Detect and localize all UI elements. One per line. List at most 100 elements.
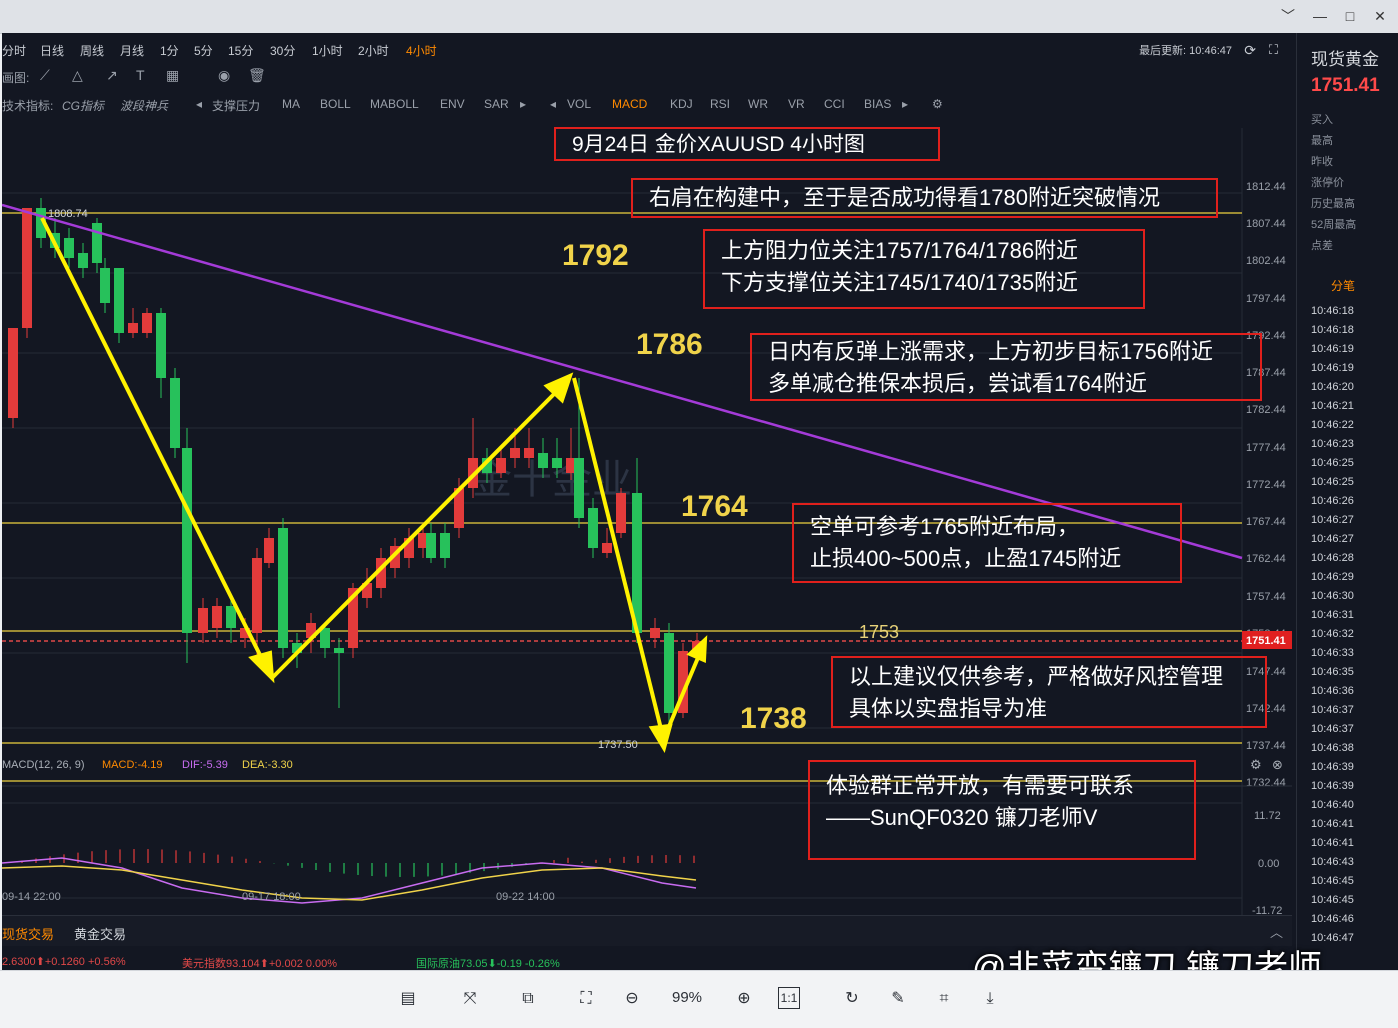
arrow-tool-icon[interactable]: ↗ [106, 67, 118, 84]
minimize-button[interactable]: — [1304, 0, 1336, 33]
level-label-1792: 1792 [562, 239, 629, 272]
fullscreen-icon[interactable]: ⛶ [574, 987, 598, 1011]
timeframe-bar: 分时 日线 周线 月线 1分 5分 15分 30分 1小时 2小时 4小时 最后… [2, 37, 1292, 63]
ind-kdj[interactable]: KDJ [670, 97, 693, 111]
edit-icon[interactable]: ✎ [886, 987, 910, 1011]
fit-screen-icon[interactable]: ⤧ [458, 987, 482, 1011]
candle-body [252, 558, 262, 633]
ind-boll[interactable]: BOLL [320, 97, 351, 111]
ind-vr[interactable]: VR [788, 97, 805, 111]
ind-cg[interactable]: CG指标 [62, 97, 104, 114]
tab-gold-trading[interactable]: 黄金交易 [74, 924, 126, 943]
annotation-disclaimer: 以上建议仅供参考，严格做好风控管理 具体以实盘指导为准 [831, 656, 1267, 728]
chevron-left-icon[interactable]: ◂ [550, 97, 556, 111]
tf-5m[interactable]: 5分 [194, 42, 213, 59]
eye-icon[interactable]: ◉ [218, 67, 230, 84]
ind-wr[interactable]: WR [748, 97, 768, 111]
ind-vol[interactable]: VOL [567, 97, 591, 111]
candle-body [552, 458, 562, 468]
tf-4h[interactable]: 4小时 [406, 42, 437, 59]
annotation-intraday-1: 日内有反弹上涨需求，上方初步目标1756附近 [768, 339, 1213, 364]
ind-rsi[interactable]: RSI [710, 97, 730, 111]
maximize-button[interactable]: □ [1334, 0, 1366, 33]
candle-body [496, 458, 506, 473]
last-update: 最后更新: 10:46:47 [1139, 45, 1232, 57]
line-tool-icon[interactable]: ⟋ [40, 67, 50, 84]
chevron-right-icon[interactable]: ▸ [520, 97, 526, 111]
chevron-left-icon[interactable]: ◂ [196, 97, 202, 111]
tf-1m[interactable]: 1分 [160, 42, 179, 59]
grid-tool-icon[interactable]: ▦ [166, 67, 179, 84]
macd-name: MACD(12, 26, 9) [2, 759, 85, 771]
ind-bdsb[interactable]: 波段神兵 [120, 97, 168, 114]
fullscreen-icon[interactable]: ⛶ [1269, 42, 1278, 58]
ind-ma[interactable]: MA [282, 97, 300, 111]
tick-time: 10:46:19 [1311, 343, 1354, 355]
tf-30m[interactable]: 30分 [270, 42, 295, 59]
annotation-contact-2: ——SunQF0320 镰刀老师V [826, 805, 1098, 830]
settings-gear-icon[interactable]: ⚙ [932, 97, 943, 111]
tick-time: 10:46:26 [1311, 495, 1354, 507]
svg-text:1812.44: 1812.44 [1246, 181, 1286, 193]
tf-daily[interactable]: 日线 [40, 42, 64, 59]
draw-label: 画图: [2, 71, 30, 85]
dea-value: DEA:-3.30 [242, 759, 293, 771]
zoom-out-icon[interactable]: ⊖ [620, 987, 644, 1011]
ind-macd[interactable]: MACD [612, 97, 647, 111]
zoom-in-icon[interactable]: ⊕ [732, 987, 756, 1011]
tick-time: 10:46:41 [1311, 837, 1354, 849]
candle-body [64, 238, 74, 258]
tick-time: 10:46:40 [1311, 799, 1354, 811]
tf-1h[interactable]: 1小时 [312, 42, 343, 59]
macd-settings-icon[interactable]: ⚙ [1250, 757, 1262, 773]
crop-icon[interactable]: ⌗ [932, 987, 956, 1011]
level-label-1764: 1764 [681, 490, 748, 523]
tf-fenshi[interactable]: 分时 [2, 42, 26, 59]
ind-cci[interactable]: CCI [824, 97, 845, 111]
tick-time: 10:46:38 [1311, 742, 1354, 754]
collapse-icon[interactable]: ﹀ [1272, 0, 1304, 33]
instrument-name: 现货黄金 [1311, 50, 1379, 69]
text-tool-icon[interactable]: T [136, 67, 145, 83]
macd-close-icon[interactable]: ⊗ [1272, 757, 1283, 773]
thumbnails-icon[interactable]: ▤ [396, 987, 420, 1011]
rotate-icon[interactable]: ↻ [840, 987, 864, 1011]
close-button[interactable]: ✕ [1364, 0, 1396, 33]
low-label: 1737.50 [598, 739, 638, 751]
ind-env[interactable]: ENV [440, 97, 465, 111]
chevron-right-icon[interactable]: ▸ [902, 97, 908, 111]
ind-zcyl[interactable]: 支撑压力 [212, 97, 260, 114]
annotation-contact-1: 体验群正常开放，有需要可联系 [826, 773, 1135, 798]
tf-2h[interactable]: 2小时 [358, 42, 389, 59]
ticks-header[interactable]: 分笔 [1331, 277, 1355, 294]
indicator-label: 技术指标: [2, 99, 54, 113]
tick-time: 10:46:21 [1311, 400, 1354, 412]
triangle-tool-icon[interactable]: △ [72, 67, 83, 84]
actual-size-icon[interactable]: 1:1 [778, 987, 800, 1009]
trash-icon[interactable]: 🗑 [248, 67, 266, 84]
candle-body [114, 268, 124, 333]
ocr-icon[interactable]: ⧉ [516, 987, 540, 1011]
tf-15m[interactable]: 15分 [228, 42, 253, 59]
trading-app: 分时 日线 周线 月线 1分 5分 15分 30分 1小时 2小时 4小时 最后… [2, 33, 1398, 970]
tick-time: 10:46:45 [1311, 894, 1354, 906]
chevron-up-icon[interactable]: ︿ [1270, 922, 1283, 941]
ind-sar[interactable]: SAR [484, 97, 509, 111]
candle-body [320, 628, 330, 648]
ind-maboll[interactable]: MABOLL [370, 97, 419, 111]
tick-time: 10:46:28 [1311, 552, 1354, 564]
tf-weekly[interactable]: 周线 [80, 42, 104, 59]
tick-time: 10:46:46 [1311, 913, 1354, 925]
annotation-intraday-2: 多单减仓推保本损后，尝试看1764附近 [768, 371, 1147, 396]
refresh-icon[interactable]: ⟳ [1244, 42, 1256, 59]
candle-body [226, 606, 236, 628]
tf-monthly[interactable]: 月线 [120, 42, 144, 59]
ind-bias[interactable]: BIAS [864, 97, 891, 111]
svg-text:1737.44: 1737.44 [1246, 740, 1286, 752]
svg-text:1797.44: 1797.44 [1246, 293, 1286, 305]
tab-spot-trading[interactable]: 现货交易 [2, 924, 54, 943]
tick-time: 10:46:41 [1311, 818, 1354, 830]
download-icon[interactable]: ⤓ [978, 987, 1002, 1011]
candle-body [198, 608, 208, 633]
candle-body [334, 648, 344, 653]
